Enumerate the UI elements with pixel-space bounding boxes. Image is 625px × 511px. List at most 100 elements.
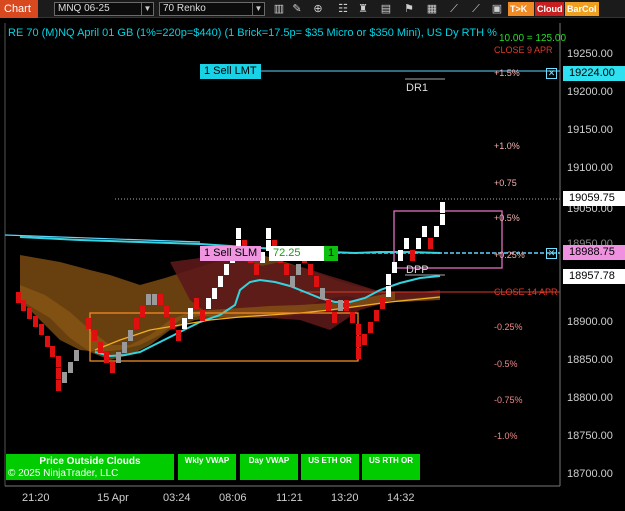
dpp-label: DPP [406,264,429,276]
price-tick: 19150.00 [567,124,613,136]
sell-lmt-order[interactable]: 1 Sell LMT [200,64,261,79]
renko-brick [332,312,337,323]
bar-type-selector[interactable]: 70 Renko ▼ [159,2,265,16]
pct-level: +1.5% [494,68,520,78]
renko-brick [440,214,445,225]
time-tick: 03:24 [163,492,191,504]
renko-brick [128,330,133,341]
close-icon[interactable]: ✕ [546,248,557,259]
renko-brick [86,318,91,329]
renko-brick [200,310,205,321]
templates-icon[interactable]: ▦ [425,2,439,16]
data-box-icon[interactable]: ▤ [379,2,393,16]
renko-brick [338,300,343,311]
wkly-vwap-button[interactable]: Wkly VWAP [178,454,236,480]
trend-icon[interactable]: ⟋ [469,2,483,16]
line-chart-icon[interactable]: ⟋ [447,2,461,16]
pct-level: +1.0% [494,141,520,151]
time-tick: 15 Apr [97,492,129,504]
tok-button[interactable]: T>K [508,2,534,16]
renko-brick [296,264,301,275]
slm-qty[interactable]: 1 [324,246,339,261]
renko-brick [398,250,403,261]
renko-brick [16,292,21,303]
renko-brick [110,362,115,373]
instrument-value: MNQ 06-25 [58,3,110,14]
renko-brick [410,250,415,261]
dr1-label: DR1 [406,82,429,94]
renko-brick [56,380,61,391]
renko-brick [170,318,175,329]
price-tick: 18900.00 [567,316,613,328]
time-tick: 13:20 [331,492,359,504]
renko-brick [98,342,103,353]
chevron-down-icon: ▼ [252,3,264,15]
renko-brick [182,318,187,329]
pnl-label: 10.00 = 125.00 [499,33,567,44]
renko-brick [368,322,373,333]
renko-brick [356,336,361,347]
time-tick: 14:32 [387,492,415,504]
renko-brick [326,300,331,311]
renko-brick [56,356,61,367]
bars-icon[interactable]: ▥ [272,2,286,16]
pct-level: -0.25% [494,322,523,332]
renko-brick [27,308,32,319]
renko-brick [434,226,439,237]
renko-brick [122,342,127,353]
strategies-icon[interactable]: ♜ [356,2,370,16]
renko-brick [68,362,73,373]
renko-brick [224,264,229,275]
price-tick: 18700.00 [567,468,613,480]
close-mid-label: CLOSE 14 APR [494,287,558,297]
renko-brick [104,352,109,363]
pct-level: +0.5% [494,213,520,223]
barcol-button[interactable]: BarCol [565,2,599,16]
cloud-button[interactable]: Cloud [535,2,564,16]
pencil-icon[interactable]: ✎ [290,2,304,16]
renko-brick [362,334,367,345]
renko-brick [236,228,241,239]
chart-trader-icon[interactable]: ⚑ [402,2,416,16]
renko-brick [39,324,44,335]
renko-brick [206,298,211,309]
renko-brick [392,262,397,273]
renko-brick [50,346,55,357]
renko-brick [146,294,151,305]
price-tick: 19250.00 [567,48,613,60]
close-icon[interactable]: ✕ [546,68,557,79]
renko-brick [374,310,379,321]
renko-brick [284,264,289,275]
pct-level: -1.0% [494,431,518,441]
renko-brick [290,276,295,287]
instrument-selector[interactable]: MNQ 06-25 ▼ [54,2,154,16]
sell-slm-order[interactable]: 1 Sell SLM [200,246,262,261]
renko-brick [344,300,349,311]
close-top-label: CLOSE 9 APR [494,45,553,55]
price-outside-clouds-button[interactable]: Price Outside Clouds © 2025 NinjaTrader,… [6,454,174,480]
renko-brick [386,274,391,285]
renko-brick [56,368,61,379]
renko-brick [194,298,199,309]
renko-brick [164,306,169,317]
day-vwap-button[interactable]: Day VWAP [240,454,298,480]
renko-brick [62,372,67,383]
renko-brick [218,276,223,287]
zoom-in-icon[interactable]: ⊕ [311,2,325,16]
renko-brick [308,264,313,275]
renko-brick [152,294,157,305]
renko-brick [158,294,163,305]
indicators-icon[interactable]: ☷ [336,2,350,16]
renko-brick [350,312,355,323]
renko-brick [254,264,259,275]
price-tick: 18800.00 [567,392,613,404]
camera-icon[interactable]: ▣ [490,2,504,16]
us-rth-or-button[interactable]: US RTH OR [362,454,420,480]
price-tick: 18850.00 [567,354,613,366]
pct-level: -0.75% [494,395,523,405]
renko-brick [188,308,193,319]
chart-tab[interactable]: Chart [0,0,38,18]
pct-level: +0.75 [494,178,517,188]
us-eth-or-button[interactable]: US ETH OR [301,454,359,480]
renko-brick [33,316,38,327]
